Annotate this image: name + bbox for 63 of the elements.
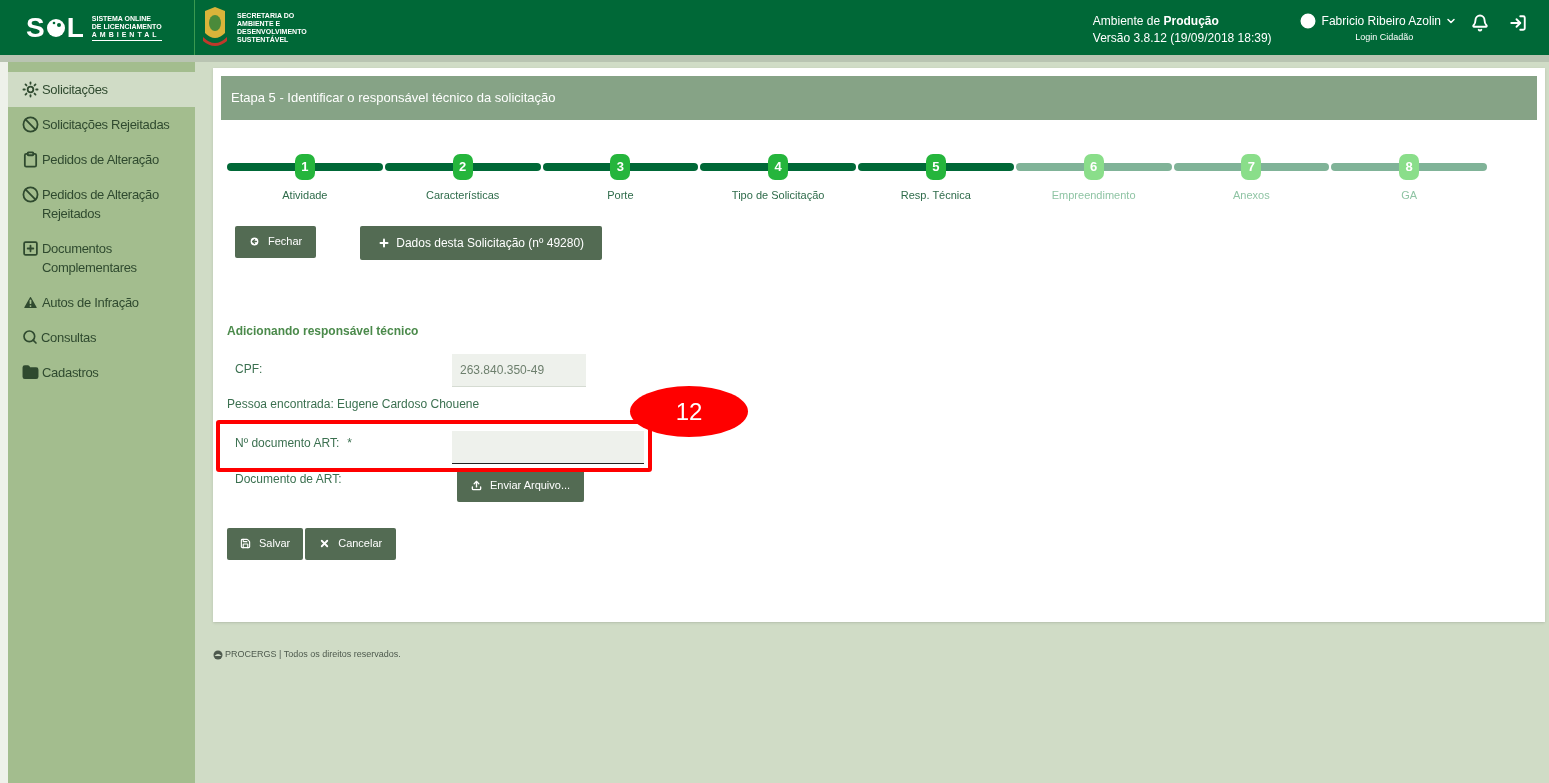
version-text: Versão 3.8.12 (19/09/2018 18:39) xyxy=(1092,29,1272,47)
sidebar-item[interactable]: Documentos Complementares xyxy=(8,231,195,285)
notifications-button[interactable] xyxy=(1471,13,1489,32)
save-button[interactable]: Salvar xyxy=(227,527,304,560)
sidebar-item[interactable]: Autos de Infração xyxy=(8,285,195,320)
environment-text: Ambiente de Produção xyxy=(1092,12,1220,30)
step-label: Tipo de Solicitação xyxy=(731,188,825,203)
sidebar-item[interactable]: Solicitações Rejeitadas xyxy=(8,107,195,142)
upload-icon xyxy=(471,480,482,491)
close-button[interactable]: Fechar xyxy=(235,225,317,258)
section-heading: Adicionando responsável técnico xyxy=(227,322,420,340)
sun-icon xyxy=(22,81,39,98)
sidebar-item[interactable]: Cadastros xyxy=(8,355,195,390)
sidebar-item[interactable]: Solicitações xyxy=(8,72,195,107)
logout-icon xyxy=(1509,13,1527,32)
plus-icon xyxy=(378,236,391,249)
footer-text: PROCERGS | Todos os direitos reservados. xyxy=(225,648,401,661)
sidebar-item[interactable]: Consultas xyxy=(8,320,195,355)
step-number: 2 xyxy=(452,154,473,180)
step-number: 3 xyxy=(610,154,631,180)
logo-letter: S xyxy=(26,13,45,42)
plus-box-icon xyxy=(22,240,39,257)
cancel-button[interactable]: Cancelar xyxy=(305,527,397,560)
cpf-label: CPF: xyxy=(234,360,264,378)
arrow-left-icon xyxy=(249,236,260,247)
user-menu[interactable]: Fabricio Ribeiro Azolin xyxy=(1297,10,1457,31)
step-number: 4 xyxy=(768,154,789,180)
required-mark: * xyxy=(347,434,352,452)
details-button[interactable]: Dados desta Solicitação (nº 49280) xyxy=(360,225,603,260)
step-label: Resp. Técnica xyxy=(900,188,971,203)
sidebar-item[interactable]: Pedidos de Alteração Rejeitados xyxy=(8,177,195,231)
ban-icon xyxy=(22,116,39,133)
step-number: 8 xyxy=(1399,154,1420,180)
sidebar-item[interactable]: Pedidos de Alteração xyxy=(8,142,195,177)
step-number: 5 xyxy=(925,154,946,180)
step-label: Atividade xyxy=(282,188,328,203)
art-document-label: Documento de ART: xyxy=(234,470,343,488)
step-label: Anexos xyxy=(1233,188,1270,203)
sun-logo-icon xyxy=(44,16,67,39)
logo-letter: L xyxy=(66,13,84,42)
step-label: GA xyxy=(1401,188,1418,203)
warning-icon xyxy=(22,294,39,311)
step-label: Empreendimento xyxy=(1051,188,1136,203)
step-number: 1 xyxy=(294,154,315,180)
found-person-text: Pessoa encontrada: Eugene Cardoso Chouene xyxy=(227,395,480,413)
step-number: 6 xyxy=(1083,154,1104,180)
folder-icon xyxy=(22,364,39,381)
clipboard-icon xyxy=(22,151,39,168)
art-number-label: Nº documento ART: xyxy=(235,434,340,452)
login-type-text: Login Cidadão xyxy=(1355,30,1414,44)
x-icon xyxy=(319,538,331,549)
art-number-field[interactable] xyxy=(452,430,644,464)
page-title: Etapa 5 - Identificar o responsável técnico da solicitação xyxy=(231,89,556,108)
annotation-number: 12 xyxy=(675,396,703,427)
step-number: 7 xyxy=(1241,154,1262,180)
ban-icon xyxy=(22,186,39,203)
procergs-logo-icon xyxy=(213,649,223,660)
logout-button[interactable] xyxy=(1509,13,1527,32)
search-icon xyxy=(22,329,38,345)
bell-icon xyxy=(1471,13,1489,32)
step-label: Características xyxy=(425,188,500,203)
coat-of-arms-icon xyxy=(201,6,229,49)
step-label: Porte xyxy=(607,188,634,203)
